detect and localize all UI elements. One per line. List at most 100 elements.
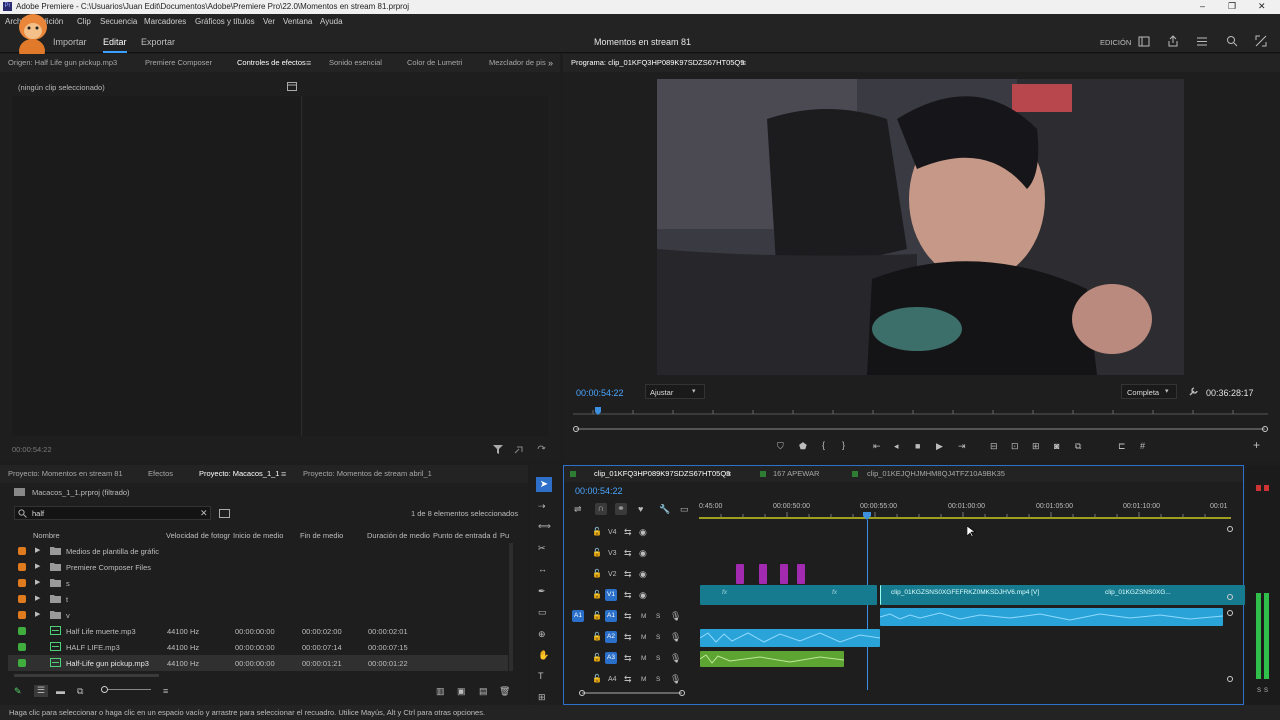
tab-editar[interactable]: Editar <box>103 37 127 53</box>
pencil-icon[interactable]: ✎ <box>14 686 22 696</box>
column-pu[interactable]: Pu <box>500 531 509 540</box>
track-height-handle[interactable] <box>1227 594 1233 600</box>
sequence-tab-3[interactable]: clip_01KEJQHJMHM8QJ4TFZ10A9BK35 <box>867 469 1005 478</box>
list-item[interactable]: ▶ t <box>8 591 508 607</box>
audio-clip[interactable] <box>699 629 881 647</box>
loop-icon[interactable] <box>536 444 546 454</box>
solo-button[interactable]: S <box>656 613 660 620</box>
playhead-handle-icon[interactable] <box>863 512 871 520</box>
lock-icon[interactable]: 🔓 <box>592 548 602 558</box>
chevron-right-icon[interactable]: ▶ <box>35 578 40 588</box>
solo-button[interactable]: S <box>656 655 660 662</box>
tab-proyecto-momentos[interactable]: Proyecto: Momentos en stream 81 <box>8 469 123 478</box>
tab-menu-icon[interactable]: ≡ <box>281 469 286 479</box>
ripple-edit-tool-icon[interactable]: ⟺ <box>538 521 551 531</box>
menu-marcadores[interactable]: Marcadores <box>144 17 186 26</box>
menu-clip[interactable]: Clip <box>77 17 91 26</box>
list-item[interactable]: ▶ s <box>8 575 508 591</box>
purple-clip[interactable] <box>780 564 788 584</box>
lock-icon[interactable]: 🔓 <box>592 527 602 537</box>
microphone-icon[interactable]: 🎙 <box>670 653 681 663</box>
program-menu-icon[interactable]: ≡ <box>741 58 746 68</box>
program-time-ruler[interactable] <box>573 407 1268 415</box>
track-target-v1[interactable]: V1 <box>605 589 617 601</box>
mute-button[interactable]: M <box>641 676 646 683</box>
track-label[interactable]: V2 <box>608 571 617 578</box>
search-icon[interactable] <box>1226 35 1238 47</box>
eye-icon[interactable]: ◉ <box>639 548 647 558</box>
lock-icon[interactable]: 🔓 <box>592 569 602 579</box>
lock-icon[interactable]: 🔓 <box>592 611 602 621</box>
more-tabs-icon[interactable]: » <box>548 58 553 68</box>
tab-origen[interactable]: Origen: Half Life gun pickup.mp3 <box>8 58 117 67</box>
lock-icon[interactable]: 🔓 <box>592 674 602 684</box>
microphone-icon[interactable]: 🎙 <box>670 611 681 621</box>
panel-menu-icon[interactable] <box>1196 36 1208 47</box>
sync-lock-icon[interactable]: ⇆ <box>624 527 632 537</box>
column-punto-entrada[interactable]: Punto de entrada d <box>433 531 497 540</box>
list-item[interactable]: ▶ v <box>8 607 508 623</box>
go-to-out-icon[interactable]: ⇥ <box>958 441 966 451</box>
sync-lock-icon[interactable]: ⇆ <box>624 611 632 621</box>
table-row[interactable]: HALF LIFE.mp3 44100 Hz 00:00:00:00 00:00… <box>8 639 508 655</box>
menu-secuencia[interactable]: Secuencia <box>100 17 137 26</box>
workspace-mode-label[interactable]: EDICIÓN <box>1100 38 1131 47</box>
tab-mezclador[interactable]: Mezclador de pis <box>489 58 546 67</box>
column-inicio[interactable]: Inicio de medio <box>233 531 283 540</box>
filter-icon[interactable] <box>493 444 503 454</box>
project-list-scrollbar[interactable] <box>509 543 513 671</box>
meter-solo-right[interactable]: S <box>1264 688 1268 694</box>
linked-selection-icon[interactable]: ⚭ <box>615 503 627 515</box>
step-back-icon[interactable]: ◂ <box>894 441 899 451</box>
menu-ayuda[interactable]: Ayuda <box>320 17 343 26</box>
label-color-swatch[interactable] <box>18 547 26 555</box>
label-color-swatch[interactable] <box>18 579 26 587</box>
column-nombre[interactable]: Nombre <box>33 531 60 540</box>
program-zoom-scrollbar[interactable] <box>573 426 1268 432</box>
quality-dropdown[interactable]: Completa ▾ <box>1121 384 1177 399</box>
video-clip[interactable]: clip_01KGZSNS0XGFEFRKZ0MKSDJHV6.mp4 [V] … <box>880 585 1245 605</box>
thumbnail-zoom-slider[interactable] <box>101 689 151 690</box>
grid-icon[interactable]: # <box>1140 441 1145 451</box>
label-color-swatch[interactable] <box>18 659 26 667</box>
stop-icon[interactable]: ■ <box>915 441 920 451</box>
zoom-tool-icon[interactable]: ⊕ <box>538 629 546 639</box>
fullscreen-icon[interactable] <box>1255 35 1267 47</box>
track-label[interactable]: V3 <box>608 550 617 557</box>
pen-tool-icon[interactable]: ✒ <box>538 586 546 596</box>
extract-icon[interactable]: ⊡ <box>1011 441 1019 451</box>
safe-margins-icon[interactable]: ⊏ <box>1118 441 1126 451</box>
zoom-handle-left[interactable] <box>579 690 585 696</box>
sync-lock-icon[interactable]: ⇆ <box>624 569 632 579</box>
track-target-a1[interactable]: A1 <box>605 610 617 622</box>
sequence-tab-1[interactable]: clip_01KFQ3HP089K97SDZS67HT05Q9 <box>594 469 730 478</box>
workspace-layout-icon[interactable] <box>1138 36 1150 47</box>
track-target-a2[interactable]: A2 <box>605 631 617 643</box>
tab-color-lumetri[interactable]: Color de Lumetri <box>407 58 462 67</box>
slider-handle[interactable] <box>101 686 108 693</box>
selection-tool-icon[interactable]: ➤ <box>536 477 552 492</box>
camera-icon[interactable]: ◙ <box>1054 441 1059 451</box>
tab-importar[interactable]: Importar <box>53 37 87 47</box>
sync-lock-icon[interactable]: ⇆ <box>624 653 632 663</box>
zoom-handle-right[interactable] <box>1262 426 1268 432</box>
label-color-swatch[interactable] <box>18 611 26 619</box>
fit-dropdown[interactable]: Ajustar ▾ <box>645 384 705 399</box>
audio-clip-green[interactable] <box>699 651 845 667</box>
chevron-right-icon[interactable]: ▶ <box>35 594 40 604</box>
table-row[interactable]: Half-Life gun pickup.mp3 44100 Hz 00:00:… <box>8 655 508 671</box>
tab-proyecto-macacos[interactable]: Proyecto: Macacos_1_1 <box>199 469 279 478</box>
timeline-timecode[interactable]: 00:00:54:22 <box>575 486 623 496</box>
clear-search-icon[interactable]: ✕ <box>200 508 208 518</box>
captions-icon[interactable]: ▭ <box>680 504 689 514</box>
column-duracion[interactable]: Duración de medio <box>367 531 430 540</box>
maximize-icon[interactable]: ❐ <box>1228 1 1236 12</box>
microphone-icon[interactable]: 🎙 <box>670 632 681 642</box>
lock-icon[interactable]: 🔓 <box>592 653 602 663</box>
close-icon[interactable]: ✕ <box>1258 1 1266 12</box>
type-tool-icon[interactable]: T <box>538 671 544 681</box>
label-color-swatch[interactable] <box>18 563 26 571</box>
list-item[interactable]: ▶ Medios de plantilla de gráfic <box>8 543 508 559</box>
sync-lock-icon[interactable]: ⇆ <box>624 674 632 684</box>
automate-to-sequence-icon[interactable]: ▥ <box>436 686 445 696</box>
